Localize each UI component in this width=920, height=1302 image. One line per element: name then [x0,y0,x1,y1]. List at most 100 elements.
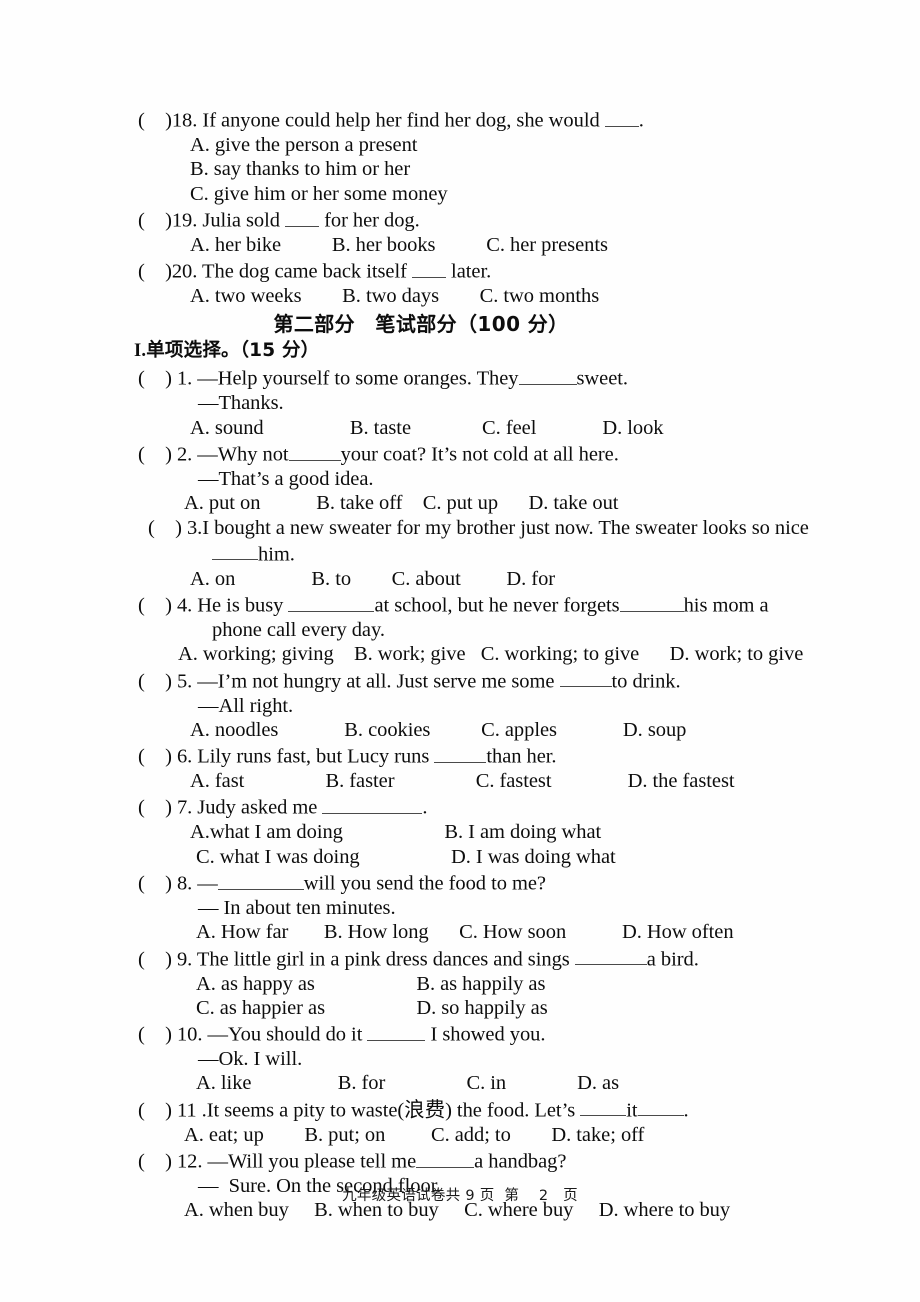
answer-bracket-1[interactable]: ( ) [138,368,177,390]
blank-underline [212,540,258,561]
question-6: ( ) 6. Lily runs fast, but Lucy runs tha… [138,742,798,793]
question-9-options-row-2[interactable]: C. as happier as D. so happily as [138,996,798,1020]
question-7-options-row-2[interactable]: C. what I was doing D. I was doing what [138,845,798,869]
question-4-number: 4. [176,594,193,617]
question-1-text-a: —Help yourself to some oranges. They [192,368,519,391]
answer-bracket-5[interactable]: ( ) [138,670,177,692]
question-11-options[interactable]: A. eat; up B. put; on C. add; to D. take… [138,1123,798,1147]
page-footer-text: 九年级英语试卷共 9 页 第 2 页 [342,1188,578,1204]
blank-underline [367,1020,426,1041]
question-18-option-b[interactable]: B. say thanks to him or her [138,157,798,181]
question-12-stem: ( ) 12. —Will you please tell me a handba… [138,1147,798,1174]
section-heading-numeral: I. [134,341,147,362]
answer-bracket-2[interactable]: ( ) [138,444,177,466]
question-18-text: If anyone could help her find her dog, s… [197,109,605,132]
answer-bracket-20[interactable]: ( ) [138,261,172,283]
question-18-option-a[interactable]: A. give the person a present [138,133,798,157]
answer-bracket-18[interactable]: ( ) [138,110,172,132]
exam-page: ( )18. If anyone could help her find her… [0,0,920,1302]
answer-bracket-8[interactable]: ( ) [138,873,177,895]
answer-bracket-11[interactable]: ( ) [138,1099,177,1121]
question-18-number: 18. [171,109,198,132]
question-8: ( ) 8. — will you send the food to me? — … [138,869,798,945]
answer-bracket-12[interactable]: ( ) [138,1151,177,1173]
question-8-stem: ( ) 8. — will you send the food to me? [138,869,798,896]
question-5-reply: —All right. [198,694,294,717]
question-9-text-b: a bird. [646,948,699,971]
question-8-text-b: will you send the food to me? [303,872,546,895]
question-7-text-a: Judy asked me [192,797,323,820]
blank-underline [322,793,423,815]
blank-underline [288,591,375,612]
question-20-stem: ( )20. The dog came back itself later. [138,257,798,284]
question-5-options[interactable]: A. noodles B. cookies C. apples D. soup [138,718,798,742]
question-12-text-b: a handbag? [474,1150,567,1173]
question-10: ( ) 10. —You should do it I showed you. … [138,1020,798,1096]
question-20-number: 20. [171,260,198,283]
answer-bracket-4[interactable]: ( ) [138,595,177,617]
question-10-text-a: —You should do it [202,1023,368,1046]
blank-underline [288,440,341,461]
question-8-text-a: — [192,872,218,895]
option-b[interactable]: B. her books [332,234,436,256]
answer-bracket-6[interactable]: ( ) [138,746,177,768]
question-6-options[interactable]: A. fast B. faster C. fastest D. the fast… [138,769,798,793]
page-footer: 九年级英语试卷共 9 页 第 2 页 [0,1184,920,1205]
question-9: ( ) 9. The little girl in a pink dress d… [138,945,798,1021]
question-20-options[interactable]: A. two weeks B. two days C. two months [138,284,798,308]
question-19-options[interactable]: A. her bike B. her books C. her presents [138,233,798,257]
blank-underline [285,206,320,227]
section-heading: I.单项选择。（15 分） [134,338,798,364]
option-a[interactable]: A. two weeks [190,285,302,307]
blank-underline [580,1096,627,1117]
answer-bracket-3[interactable]: ( ) [148,517,187,539]
option-b[interactable]: B. two days [342,285,439,307]
question-2-options[interactable]: A. put on B. take off C. put up D. take … [138,491,798,515]
question-1-options[interactable]: A. sound B. taste C. feel D. look [138,416,798,440]
blank-underline [619,591,684,612]
question-10-options[interactable]: A. like B. for C. in D. as [138,1071,798,1095]
question-4-options[interactable]: A. working; giving B. work; give C. work… [138,642,803,666]
blank-underline [434,742,487,763]
question-9-stem: ( ) 9. The little girl in a pink dress d… [138,945,798,972]
option-c[interactable]: C. two months [480,285,600,307]
answer-bracket-10[interactable]: ( ) [138,1024,177,1046]
answer-bracket-19[interactable]: ( ) [138,210,172,232]
question-3-text-a: I bought a new sweater for my brother ju… [202,516,809,539]
blank-underline [574,945,647,966]
answer-bracket-7[interactable]: ( ) [138,797,177,819]
question-8-reply: — In about ten minutes. [198,897,396,919]
section-heading-text: 单项选择。（15 分） [146,340,320,362]
question-3: ( ) 3.I bought a new sweater for my brot… [138,516,809,592]
question-19-stem: ( )19. Julia sold for her dog. [138,206,798,233]
answer-bracket-9[interactable]: ( ) [138,948,177,970]
question-3-options[interactable]: A. on B. to C. about D. for [138,567,798,591]
question-6-text-a: Lily runs fast, but Lucy runs [192,745,435,768]
question-2-number: 2. [176,443,193,466]
question-7-options-row-1[interactable]: A.what I am doing B. I am doing what [138,820,798,844]
question-1-text-b: sweet. [576,368,629,391]
question-7-stem: ( ) 7. Judy asked me . [138,793,798,820]
question-18-option-c[interactable]: C. give him or her some money [138,182,798,206]
exam-content: ( )18. If anyone could help her find her… [134,106,809,1223]
question-1-stem: ( ) 1. —Help yourself to some oranges. T… [138,364,798,391]
part-two-heading: 第二部分 笔试部分（100 分） [273,312,569,337]
question-7: ( ) 7. Judy asked me . A.what I am doing… [138,793,798,869]
question-11-number: 11 . [176,1099,207,1122]
question-2-reply: —That’s a good idea. [198,467,374,490]
question-4-stem: ( ) 4. He is busy at school, but he neve… [138,591,798,618]
question-8-options[interactable]: A. How far B. How long C. How soon D. Ho… [138,920,798,944]
question-7-number: 7. [176,797,193,820]
question-18: ( )18. If anyone could help her find her… [138,106,798,206]
blank-underline [637,1096,684,1117]
question-5: ( ) 5. —I’m not hungry at all. Just serv… [138,667,798,743]
option-a[interactable]: A. her bike [190,234,281,256]
blank-underline [217,869,304,890]
question-11-text-mid: it [626,1099,638,1122]
question-1-reply: —Thanks. [198,392,284,415]
option-c[interactable]: C. her presents [486,234,608,256]
question-9-options-row-1[interactable]: A. as happy as B. as happily as [138,972,798,996]
question-4: ( ) 4. He is busy at school, but he neve… [138,591,803,667]
question-2: ( ) 2. —Why not your coat? It’s not cold … [138,440,798,516]
question-3-number: 3. [186,516,203,539]
